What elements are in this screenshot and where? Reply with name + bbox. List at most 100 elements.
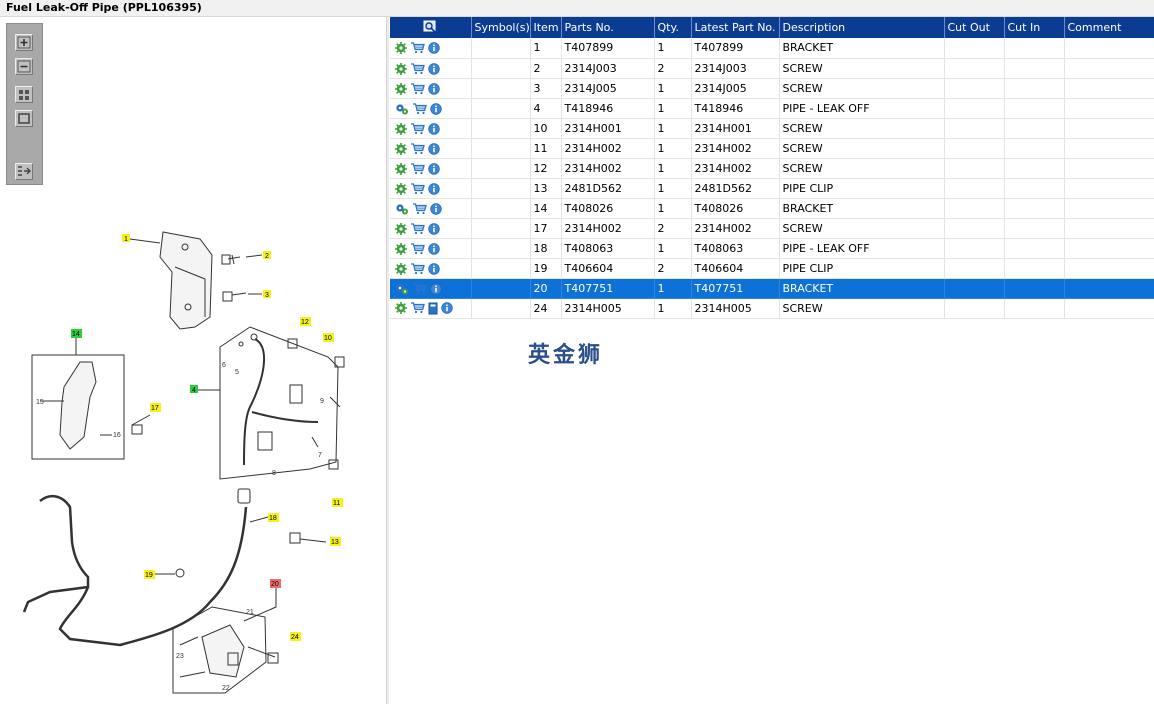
- cart-icon[interactable]: [412, 282, 427, 295]
- table-header-row: Symbol(s) Item Parts No. Qty. Latest Par…: [390, 17, 1154, 38]
- column-header-parts-no[interactable]: Parts No.: [561, 17, 655, 38]
- info-icon[interactable]: [428, 142, 440, 155]
- cart-icon[interactable]: [410, 222, 425, 235]
- gear-icon[interactable]: [395, 162, 407, 175]
- info-icon[interactable]: [428, 182, 440, 195]
- book-icon[interactable]: [428, 302, 438, 315]
- cut-out-cell: [944, 198, 1005, 219]
- cut-out-cell: [944, 138, 1005, 159]
- table-row[interactable]: 14 T408026 1 T408026 BRACKET: [390, 198, 1154, 219]
- info-icon[interactable]: [428, 42, 440, 54]
- column-header-description[interactable]: Description: [779, 17, 945, 38]
- zoom-out-button[interactable]: [15, 58, 33, 75]
- zoom-in-button[interactable]: [15, 34, 33, 51]
- symbols-cell: [471, 118, 531, 139]
- gear-icon[interactable]: [395, 42, 407, 55]
- comment-cell: [1064, 278, 1154, 299]
- info-icon[interactable]: [428, 62, 440, 75]
- table-row[interactable]: 18 T408063 1 T408063 PIPE - LEAK OFF: [390, 238, 1154, 259]
- table-row[interactable]: 3 2314J005 1 2314J005 SCREW: [390, 78, 1154, 99]
- gear-icon[interactable]: [395, 262, 407, 275]
- cut-in-cell: [1004, 238, 1065, 259]
- cart-icon[interactable]: [410, 302, 425, 314]
- symbols-cell: [471, 98, 531, 119]
- latest-part-no-cell: T406604: [691, 258, 780, 279]
- comment-cell: [1064, 58, 1154, 79]
- pane-splitter[interactable]: [386, 17, 389, 704]
- info-icon[interactable]: [430, 282, 442, 295]
- info-icon[interactable]: [428, 122, 440, 135]
- cart-icon[interactable]: [410, 242, 425, 255]
- gear-icon[interactable]: [395, 182, 407, 195]
- info-icon[interactable]: [430, 102, 442, 115]
- cart-icon[interactable]: [410, 42, 425, 54]
- qty-cell: 1: [654, 178, 692, 199]
- svg-text:21: 21: [246, 609, 254, 616]
- gears-icon[interactable]: [395, 283, 409, 295]
- gear-icon[interactable]: [395, 122, 407, 135]
- gear-icon[interactable]: [395, 222, 407, 235]
- table-row[interactable]: 12 2314H002 1 2314H002 SCREW: [390, 158, 1154, 179]
- table-row[interactable]: 4 T418946 1 T418946 PIPE - LEAK OFF: [390, 98, 1154, 119]
- gear-icon[interactable]: [395, 302, 407, 315]
- comment-cell: [1064, 178, 1154, 199]
- table-row[interactable]: 17 2314H002 2 2314H002 SCREW: [390, 218, 1154, 239]
- column-header-cut-in[interactable]: Cut In: [1004, 17, 1065, 38]
- panel-toggle-button[interactable]: [15, 163, 33, 180]
- info-icon[interactable]: [441, 302, 453, 314]
- table-row[interactable]: 11 2314H002 1 2314H002 SCREW: [390, 138, 1154, 159]
- actual-size-button[interactable]: [15, 110, 33, 127]
- cart-icon[interactable]: [410, 142, 425, 155]
- table-row[interactable]: 13 2481D562 1 2481D562 PIPE CLIP: [390, 178, 1154, 199]
- column-header-qty[interactable]: Qty.: [654, 17, 692, 38]
- zoom-toolbar: [6, 23, 43, 185]
- info-icon[interactable]: [430, 202, 442, 215]
- watermark-text: 英金狮: [528, 343, 604, 368]
- cart-icon[interactable]: [410, 82, 425, 95]
- symbols-cell: [471, 218, 531, 239]
- exploded-parts-diagram[interactable]: 1 2 3 12 10 14 15 16 17 4 6 5 9 7 8 11 1…: [0, 197, 386, 697]
- table-row[interactable]: 19 T406604 2 T406604 PIPE CLIP: [390, 258, 1154, 279]
- info-icon[interactable]: [428, 262, 440, 275]
- cart-icon[interactable]: [410, 182, 425, 195]
- fit-to-window-button[interactable]: [15, 86, 33, 103]
- gear-icon[interactable]: [395, 82, 407, 95]
- cart-icon[interactable]: [412, 102, 427, 115]
- diagram-pane[interactable]: 1 2 3 12 10 14 15 16 17 4 6 5 9 7 8 11 1…: [0, 17, 387, 704]
- cart-icon[interactable]: [410, 122, 425, 135]
- gear-icon[interactable]: [395, 242, 407, 255]
- svg-text:15: 15: [36, 399, 44, 406]
- gear-icon[interactable]: [395, 62, 407, 75]
- row-action-icons: [390, 198, 472, 219]
- table-row[interactable]: 1 T407899 1 T407899 BRACKET: [390, 38, 1154, 59]
- column-header-comment[interactable]: Comment: [1064, 17, 1154, 38]
- item-cell: 14: [530, 198, 562, 219]
- table-row[interactable]: 2 2314J003 2 2314J003 SCREW: [390, 58, 1154, 79]
- column-header-latest-part-no[interactable]: Latest Part No.: [691, 17, 780, 38]
- column-header-search[interactable]: [390, 17, 472, 38]
- table-row[interactable]: 20 T407751 1 T407751 BRACKET: [390, 278, 1154, 299]
- info-icon[interactable]: [428, 82, 440, 95]
- cart-icon[interactable]: [412, 202, 427, 215]
- column-header-symbols[interactable]: Symbol(s): [471, 17, 531, 38]
- item-cell: 12: [530, 158, 562, 179]
- info-icon[interactable]: [428, 242, 440, 255]
- table-row[interactable]: 24 2314H005 1 2314H005 SCREW: [390, 298, 1154, 319]
- plus-icon: [17, 36, 31, 49]
- info-icon[interactable]: [428, 162, 440, 175]
- gears-icon[interactable]: [395, 203, 409, 215]
- table-row[interactable]: 10 2314H001 1 2314H001 SCREW: [390, 118, 1154, 139]
- description-cell: PIPE - LEAK OFF: [779, 98, 945, 119]
- svg-text:16: 16: [113, 432, 121, 439]
- qty-cell: 2: [654, 58, 692, 79]
- cart-icon[interactable]: [410, 262, 425, 275]
- cart-icon[interactable]: [410, 62, 425, 75]
- column-header-cut-out[interactable]: Cut Out: [944, 17, 1005, 38]
- symbols-cell: [471, 298, 531, 319]
- cart-icon[interactable]: [410, 162, 425, 175]
- gear-icon[interactable]: [395, 142, 407, 155]
- info-icon[interactable]: [428, 222, 440, 235]
- column-header-item[interactable]: Item: [530, 17, 562, 38]
- svg-text:5: 5: [235, 369, 239, 376]
- gears-icon[interactable]: [395, 103, 409, 115]
